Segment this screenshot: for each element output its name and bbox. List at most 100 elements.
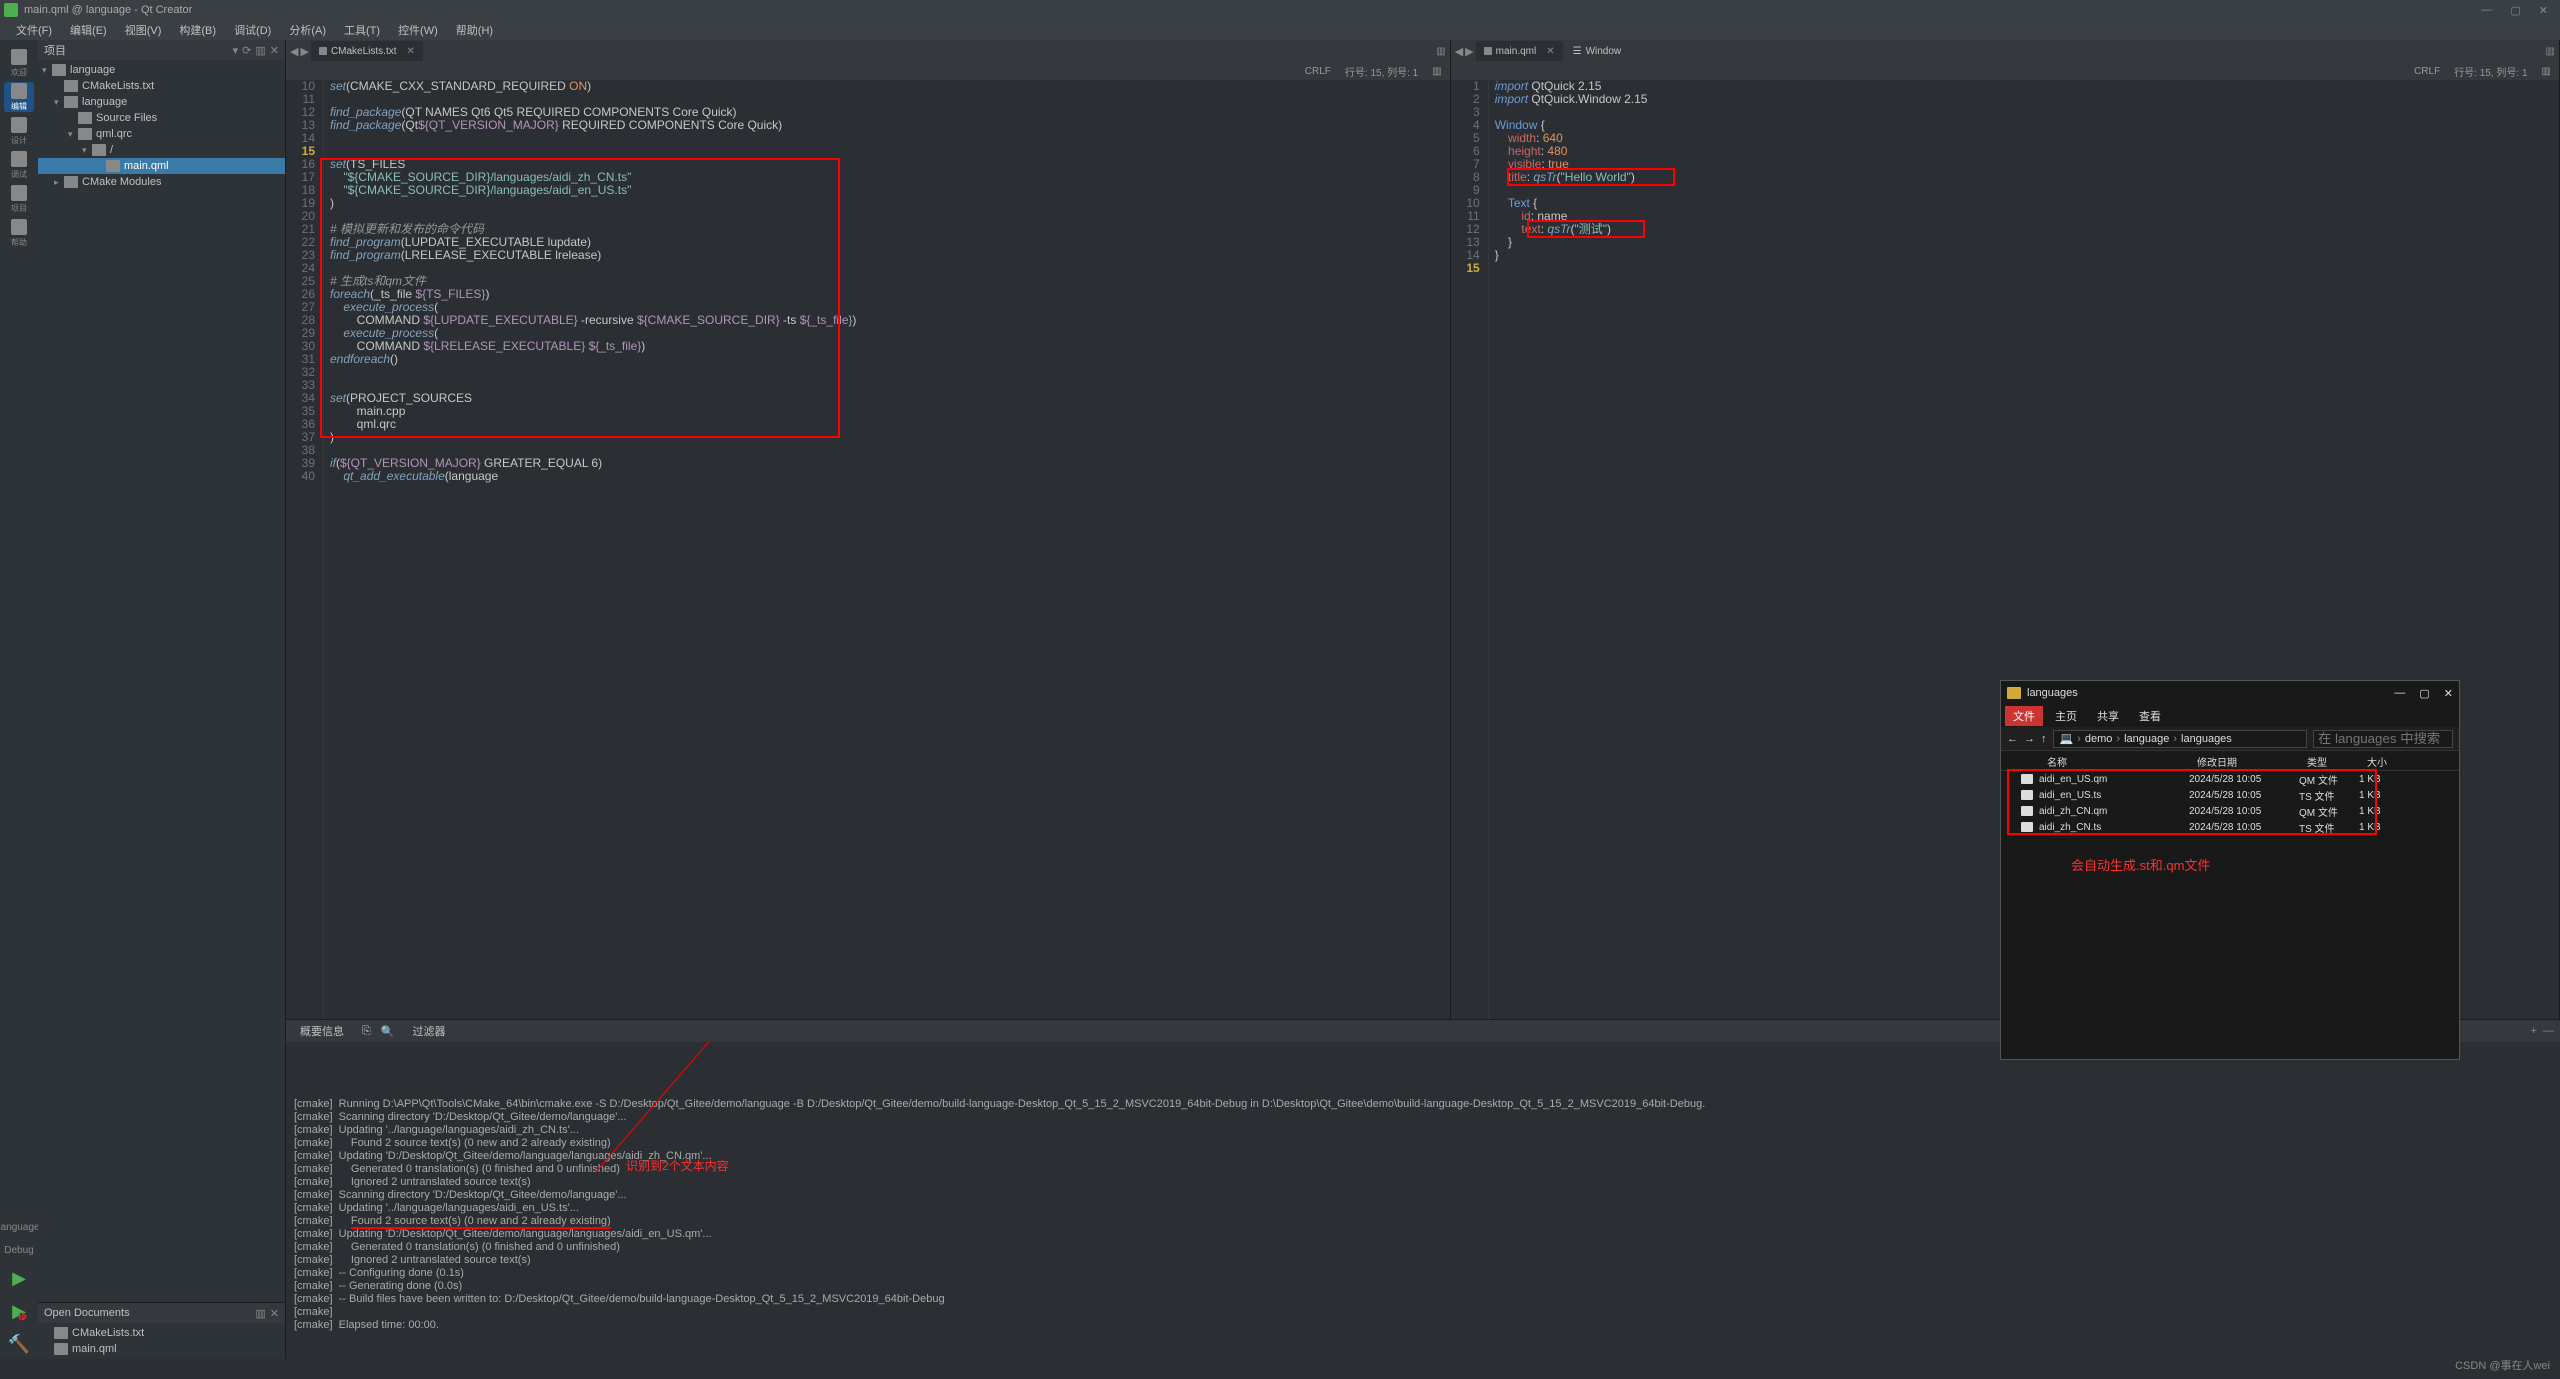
outline-icon[interactable]: ▥ <box>1432 66 1441 77</box>
window-titlebar: main.qml @ language - Qt Creator — ▢ ✕ <box>0 0 2560 20</box>
column-header[interactable]: 类型 <box>2301 751 2361 770</box>
close-button[interactable]: ✕ <box>2444 687 2453 700</box>
folder-icon <box>2007 687 2021 699</box>
drive-icon: 💻 <box>2060 732 2074 745</box>
tree-node[interactable]: CMakeLists.txt <box>38 78 285 94</box>
menu-item[interactable]: 控件(W) <box>390 20 446 40</box>
split-icon[interactable]: ▥ <box>255 44 265 57</box>
crumb-segment[interactable]: demo <box>2085 733 2113 745</box>
mode-button[interactable]: 欢迎 <box>4 48 34 78</box>
file-row[interactable]: aidi_en_US.qm2024/5/28 10:05QM 文件1 KB <box>2001 771 2459 787</box>
back-button[interactable]: ◀ <box>290 45 298 58</box>
tree-node[interactable]: ▾/ <box>38 142 285 158</box>
file-icon <box>92 144 106 156</box>
menu-item[interactable]: 编辑(E) <box>62 20 115 40</box>
remove-pane-icon[interactable]: — <box>2543 1025 2554 1037</box>
sync-icon[interactable]: ⟳ <box>242 44 251 57</box>
explorer-menu-item[interactable]: 文件 <box>2005 706 2043 726</box>
locate-icon[interactable]: ⎘ <box>362 1025 371 1038</box>
menu-item[interactable]: 文件(F) <box>8 20 60 40</box>
output-text[interactable]: 识别到2个文本内容 [cmake] Running D:\APP\Qt\Tool… <box>286 1042 2560 1359</box>
build-button[interactable]: 🔨 <box>8 1334 30 1355</box>
menu-item[interactable]: 构建(B) <box>171 20 224 40</box>
split-icon[interactable]: ▥ <box>255 1307 265 1320</box>
output-tab-filter[interactable]: 过滤器 <box>405 1023 454 1039</box>
file-row[interactable]: aidi_zh_CN.qm2024/5/28 10:05QM 文件1 KB <box>2001 803 2459 819</box>
tree-node[interactable]: main.qml <box>38 158 285 174</box>
menu-item[interactable]: 帮助(H) <box>448 20 501 40</box>
maximize-button[interactable]: ▢ <box>2510 4 2520 17</box>
mode-icon <box>11 185 27 201</box>
close-tab-icon[interactable]: ✕ <box>407 46 415 57</box>
tree-node[interactable]: ▾qml.qrc <box>38 126 285 142</box>
tree-node[interactable]: Source Files <box>38 110 285 126</box>
file-row[interactable]: aidi_zh_CN.ts2024/5/28 10:05TS 文件1 KB <box>2001 819 2459 835</box>
close-panel-icon[interactable]: ✕ <box>270 1307 279 1320</box>
mode-button[interactable]: 调试 <box>4 150 34 180</box>
menu-item[interactable]: 工具(T) <box>336 20 388 40</box>
close-button[interactable]: ✕ <box>2539 4 2548 17</box>
crumb-segment[interactable]: languages <box>2181 733 2232 745</box>
mode-button[interactable]: 项目 <box>4 184 34 214</box>
project-tree[interactable]: ▾languageCMakeLists.txt▾languageSource F… <box>38 60 285 683</box>
forward-button[interactable]: ▶ <box>1465 45 1473 58</box>
menu-item[interactable]: 调试(D) <box>226 20 279 40</box>
column-header[interactable]: 大小 <box>2361 751 2411 770</box>
explorer-title: languages <box>2027 687 2394 699</box>
crumb-segment[interactable]: language <box>2124 733 2169 745</box>
column-header[interactable]: 修改日期 <box>2191 751 2301 770</box>
menu-item[interactable]: 分析(A) <box>281 20 334 40</box>
tree-icon: ☰ <box>1573 46 1582 57</box>
open-doc-item[interactable]: CMakeLists.txt <box>38 1325 285 1341</box>
tree-node[interactable]: ▸CMake Modules <box>38 174 285 190</box>
tab-window-outline[interactable]: ☰Window <box>1565 41 1630 61</box>
tree-node[interactable]: ▾language <box>38 62 285 78</box>
file-icon <box>64 80 78 92</box>
split-editor-icon[interactable]: ▥ <box>1436 46 1445 57</box>
debug-button[interactable]: ▶🐞 <box>12 1301 26 1322</box>
breadcrumb[interactable]: 💻›demo›language›languages <box>2053 730 2308 748</box>
minimize-button[interactable]: — <box>2481 4 2492 17</box>
cursor-position[interactable]: 行号: 15, 列号: 1 <box>1345 64 1418 79</box>
tab-main-qml[interactable]: main.qml✕ <box>1476 41 1563 61</box>
mode-button[interactable]: 设计 <box>4 116 34 146</box>
minimize-button[interactable]: — <box>2394 687 2405 700</box>
search-input[interactable] <box>2313 730 2453 748</box>
forward-button[interactable]: ▶ <box>300 45 308 58</box>
output-tab-summary[interactable]: 概要信息 <box>292 1023 352 1039</box>
mode-button[interactable]: 编辑 <box>4 82 34 112</box>
editor-tabs: ◀ ▶ main.qml✕ ☰Window ▥ <box>1451 40 2559 62</box>
menu-item[interactable]: 视图(V) <box>117 20 170 40</box>
window-title: main.qml @ language - Qt Creator <box>24 4 2481 16</box>
line-ending[interactable]: CRLF <box>1305 66 1331 77</box>
up-button[interactable]: ↑ <box>2041 733 2047 745</box>
forward-button[interactable]: → <box>2024 733 2035 745</box>
close-tab-icon[interactable]: ✕ <box>1546 46 1554 57</box>
filter-icon[interactable]: ▾ <box>233 44 239 57</box>
back-button[interactable]: ← <box>2007 733 2018 745</box>
file-explorer-window[interactable]: languages — ▢ ✕ 文件主页共享查看 ← → ↑ 💻›demo›lang… <box>2000 680 2460 1060</box>
code-area[interactable]: 1011121314151617181920212223242526272829… <box>286 80 1450 1019</box>
kit-selector-project[interactable]: language <box>0 1218 40 1237</box>
explorer-menu-item[interactable]: 主页 <box>2047 706 2085 726</box>
cursor-position[interactable]: 行号: 15, 列号: 1 <box>2454 64 2527 79</box>
sidebar: 项目 ▾⟳▥✕ ▾languageCMakeLists.txt▾language… <box>38 40 286 1359</box>
maximize-button[interactable]: ▢ <box>2419 687 2429 700</box>
add-pane-icon[interactable]: + <box>2530 1025 2536 1037</box>
open-doc-item[interactable]: main.qml <box>38 1341 285 1357</box>
outline-icon[interactable]: ▥ <box>2542 66 2551 77</box>
back-button[interactable]: ◀ <box>1455 45 1463 58</box>
line-ending[interactable]: CRLF <box>2414 66 2440 77</box>
mode-button[interactable]: 帮助 <box>4 218 34 248</box>
tab-cmakelists[interactable]: CMakeLists.txt✕ <box>311 41 423 61</box>
column-header[interactable]: 名称 <box>2041 751 2191 770</box>
explorer-menu-item[interactable]: 共享 <box>2089 706 2127 726</box>
tree-node[interactable]: ▾language <box>38 94 285 110</box>
file-row[interactable]: aidi_en_US.ts2024/5/28 10:05TS 文件1 KB <box>2001 787 2459 803</box>
search-icon[interactable]: 🔍 <box>381 1025 395 1038</box>
run-button[interactable]: ▶ <box>12 1268 26 1289</box>
explorer-menu-item[interactable]: 查看 <box>2131 706 2169 726</box>
close-panel-icon[interactable]: ✕ <box>270 44 279 57</box>
kit-selector-config[interactable]: Debug <box>4 1241 33 1260</box>
split-editor-icon[interactable]: ▥ <box>2546 46 2555 57</box>
